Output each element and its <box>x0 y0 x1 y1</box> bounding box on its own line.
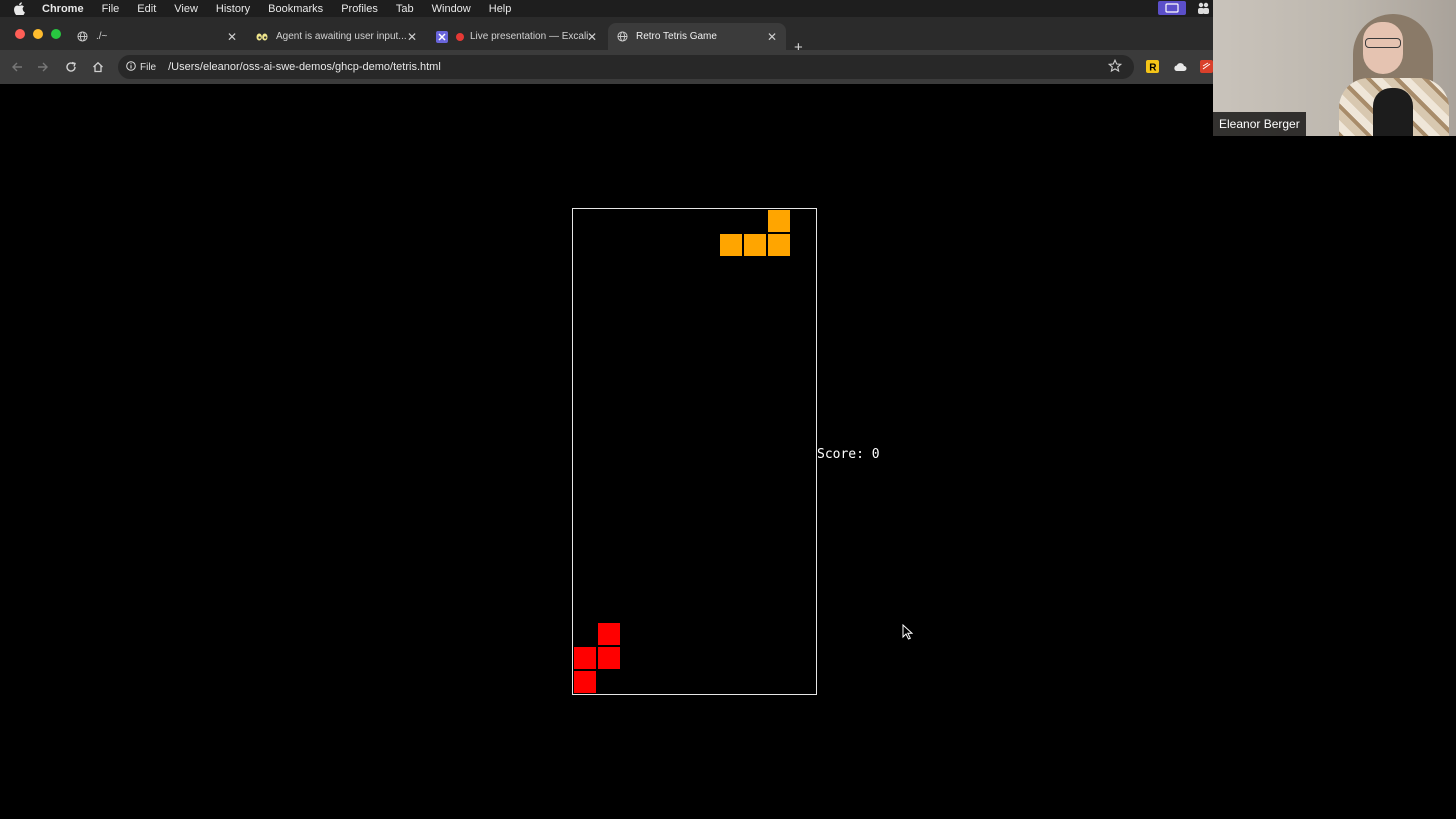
tab-title: Agent is awaiting user input... <box>276 31 407 42</box>
participant-name-label: Eleanor Berger <box>1213 112 1306 136</box>
stacked-block <box>597 622 621 646</box>
menu-bookmarks[interactable]: Bookmarks <box>268 3 323 15</box>
stacked-block <box>573 670 597 694</box>
minimize-window-button[interactable] <box>33 29 43 39</box>
stacked-block <box>573 646 597 670</box>
forward-arrow-icon[interactable] <box>35 59 51 75</box>
close-tab-icon[interactable]: ✕ <box>766 30 778 44</box>
presenter-glasses <box>1365 38 1401 48</box>
recording-dot-icon <box>456 32 464 41</box>
active-piece-block <box>743 233 767 257</box>
excalidraw-icon <box>436 30 448 43</box>
svg-text:R: R <box>1149 63 1157 74</box>
apple-icon[interactable] <box>14 2 28 15</box>
site-info-chip[interactable]: File <box>126 60 157 74</box>
stacked-block <box>597 646 621 670</box>
presenter-face <box>1363 22 1403 74</box>
menu-file[interactable]: File <box>102 3 120 15</box>
menu-history[interactable]: History <box>216 3 250 15</box>
tab-excalidraw[interactable]: Live presentation — Excali ✕ <box>428 23 606 50</box>
screen-share-icon[interactable] <box>1158 1 1186 15</box>
back-arrow-icon[interactable] <box>9 59 25 75</box>
active-piece-block <box>719 233 743 257</box>
url-text[interactable]: /Users/eleanor/oss-ai-swe-demos/ghcp-dem… <box>168 61 441 73</box>
close-tab-icon[interactable]: ✕ <box>226 30 238 44</box>
bookmark-star-icon[interactable] <box>1107 58 1123 78</box>
reload-icon[interactable] <box>63 59 79 75</box>
globe-icon <box>76 31 88 43</box>
webcam-overlay: Eleanor Berger <box>1213 0 1456 136</box>
score-display: Score: 0 <box>817 447 880 462</box>
scheme-label: File <box>140 61 157 73</box>
address-bar[interactable]: File /Users/eleanor/oss-ai-swe-demos/ghc… <box>118 55 1134 79</box>
tab-home[interactable]: ./~ ✕ <box>68 23 246 50</box>
menu-window[interactable]: Window <box>432 3 471 15</box>
presenter-top <box>1373 88 1413 136</box>
tab-title: Retro Tetris Game <box>636 31 717 42</box>
menu-edit[interactable]: Edit <box>137 3 156 15</box>
home-icon[interactable] <box>90 59 106 75</box>
flag-extension-icon[interactable] <box>1200 60 1213 78</box>
menu-tab[interactable]: Tab <box>396 3 414 15</box>
extension-r-icon[interactable]: R <box>1146 60 1159 78</box>
menu-profiles[interactable]: Profiles <box>341 3 378 15</box>
active-piece-block <box>767 233 791 257</box>
window-controls <box>15 29 61 39</box>
menu-view[interactable]: View <box>174 3 198 15</box>
tab-title: ./~ <box>96 31 108 42</box>
close-tab-icon[interactable]: ✕ <box>406 30 418 44</box>
tab-agent[interactable]: Agent is awaiting user input... ✕ <box>248 23 426 50</box>
menu-help[interactable]: Help <box>489 3 512 15</box>
tetris-board[interactable] <box>572 208 817 695</box>
eyes-icon <box>256 31 268 43</box>
cloud-extension-icon[interactable] <box>1173 60 1187 78</box>
menu-app-chrome[interactable]: Chrome <box>42 3 84 15</box>
people-icon[interactable] <box>1196 1 1210 15</box>
tetris-page: Score: 0 <box>0 84 1456 819</box>
close-tab-icon[interactable]: ✕ <box>586 30 598 44</box>
mouse-cursor-icon <box>902 623 914 645</box>
active-piece-block <box>767 209 791 233</box>
tab-retro-tetris[interactable]: Retro Tetris Game ✕ <box>608 23 786 50</box>
close-window-button[interactable] <box>15 29 25 39</box>
globe-icon <box>616 31 628 43</box>
info-icon <box>126 60 136 74</box>
zoom-window-button[interactable] <box>51 29 61 39</box>
